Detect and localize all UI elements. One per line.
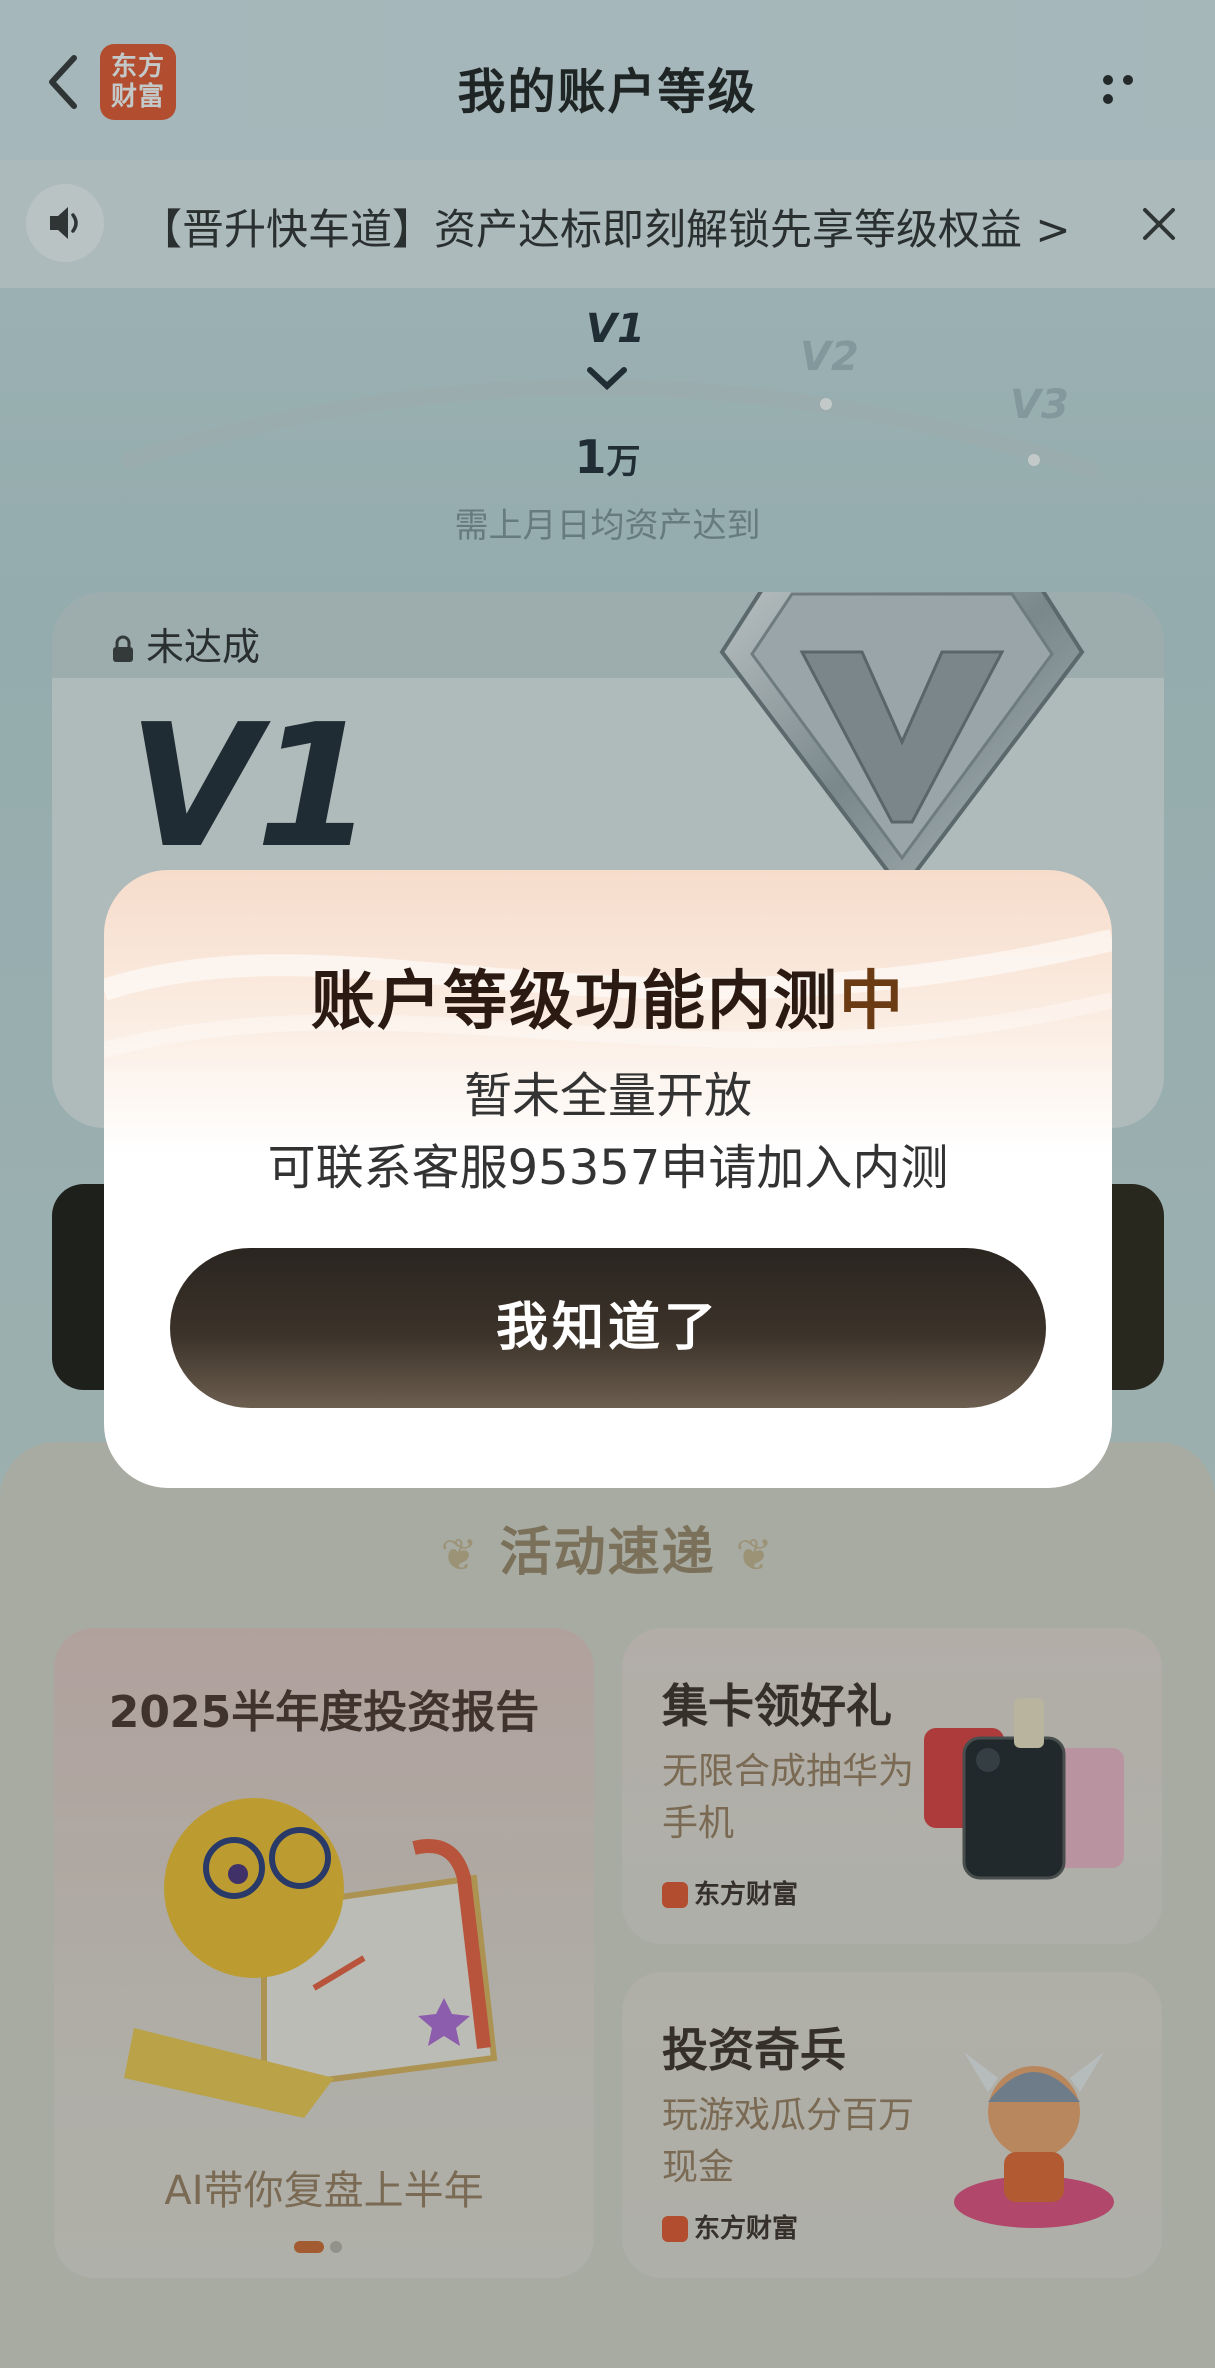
dialog-message-line2: 可联系客服95357申请加入内测 — [267, 1140, 949, 1196]
beta-notice-dialog: 账户等级功能内测中 暂未全量开放 可联系客服95357申请加入内测 我知道了 — [104, 870, 1112, 1488]
got-it-button[interactable]: 我知道了 — [170, 1248, 1046, 1408]
page: 东方 财富 我的账户等级 【晋升快车道】资产达标即刻解锁先享等级权益 > V1 V… — [0, 0, 1215, 2368]
dialog-message-line1: 暂未全量开放 — [463, 1068, 752, 1124]
dialog-title: 账户等级功能内测中 — [311, 965, 905, 1039]
